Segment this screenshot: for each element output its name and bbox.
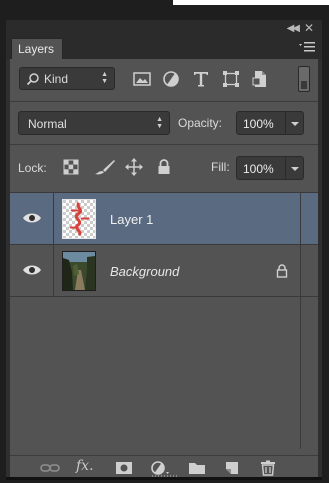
filter-kind-select[interactable]: Kind ▲ ▼	[19, 67, 115, 90]
pixel-filter-icon[interactable]	[133, 70, 151, 88]
link-layers-icon[interactable]	[40, 460, 60, 476]
layer-thumbnail	[62, 199, 96, 239]
opacity-label: Opacity:	[178, 116, 223, 130]
layer-thumbnail	[62, 251, 96, 291]
layer-thumbnail-image	[63, 200, 95, 238]
blend-mode-select[interactable]: Normal ▲ ▼	[18, 111, 170, 135]
layer-row-background[interactable]: Background	[10, 245, 318, 297]
filter-toggle-switch[interactable]	[298, 66, 310, 92]
updown-arrows-icon: ▲ ▼	[156, 116, 163, 130]
lock-all-icon[interactable]	[157, 159, 171, 175]
panel-bottom-edge	[6, 477, 322, 480]
delete-layer-icon[interactable]	[258, 460, 278, 476]
fx-icon[interactable]: fx.	[76, 458, 94, 474]
layers-list: Layer 1 Background	[10, 193, 318, 449]
layer-name: Background	[110, 264, 180, 279]
adjustment-filter-icon[interactable]	[162, 70, 180, 88]
fill-dropdown-button[interactable]	[286, 156, 304, 180]
lock-row: Lock: Fill: 100%	[10, 145, 318, 193]
lock-icon[interactable]	[276, 264, 288, 278]
blend-mode-value: Normal	[28, 117, 67, 131]
close-icon[interactable]: ✕	[304, 21, 314, 35]
adjustment-layer-icon[interactable]	[150, 460, 170, 476]
tab-layers-label: Layers	[18, 42, 55, 56]
panel-tab-row: Layers	[6, 37, 322, 59]
layers-scrollbar[interactable]	[300, 193, 318, 449]
fill-input[interactable]: 100%	[236, 156, 286, 180]
new-layer-icon[interactable]	[222, 460, 242, 476]
layer-row-layer-1[interactable]: Layer 1	[10, 193, 318, 245]
layer-name: Layer 1	[110, 212, 154, 227]
panel-menu-icon[interactable]	[298, 40, 316, 54]
visibility-toggle[interactable]	[10, 193, 54, 244]
lock-image-pixels-icon[interactable]	[92, 159, 116, 175]
tab-layers[interactable]: Layers	[11, 38, 63, 59]
layer-thumbnail-image	[63, 252, 95, 290]
filter-kind-label: Kind	[44, 72, 69, 86]
layers-panel-window: ◀◀ ✕ Layers Kind ▲ ▼ Normal ▲ ▼ Opacity:…	[6, 20, 322, 480]
lock-label: Lock:	[18, 161, 47, 175]
opacity-value: 100%	[243, 117, 274, 131]
fill-value: 100%	[243, 162, 274, 176]
layers-panel-body: Kind ▲ ▼ Normal ▲ ▼ Opacity: 100% Lock: …	[10, 59, 318, 480]
panel-titlebar: ◀◀ ✕	[6, 20, 322, 37]
smart-object-filter-icon[interactable]	[251, 70, 269, 88]
opacity-dropdown-button[interactable]	[286, 111, 304, 135]
window-edge	[173, 0, 329, 5]
eye-icon	[23, 265, 41, 275]
lock-position-icon[interactable]	[125, 158, 143, 176]
fill-label: Fill:	[211, 160, 230, 174]
visibility-toggle[interactable]	[10, 245, 54, 296]
search-icon	[26, 73, 39, 86]
type-filter-icon[interactable]	[192, 70, 210, 88]
updown-arrows-icon: ▲ ▼	[101, 71, 108, 85]
add-mask-icon[interactable]	[114, 460, 134, 476]
shape-filter-icon[interactable]	[222, 70, 240, 88]
lock-transparent-pixels-icon[interactable]	[63, 159, 79, 175]
opacity-input[interactable]: 100%	[236, 111, 286, 135]
blend-row: Normal ▲ ▼ Opacity: 100%	[10, 102, 318, 145]
filter-row: Kind ▲ ▼	[10, 59, 318, 102]
eye-icon	[23, 213, 41, 223]
new-group-icon[interactable]	[187, 460, 207, 476]
double-chevron-left-icon[interactable]: ◀◀	[287, 23, 300, 34]
